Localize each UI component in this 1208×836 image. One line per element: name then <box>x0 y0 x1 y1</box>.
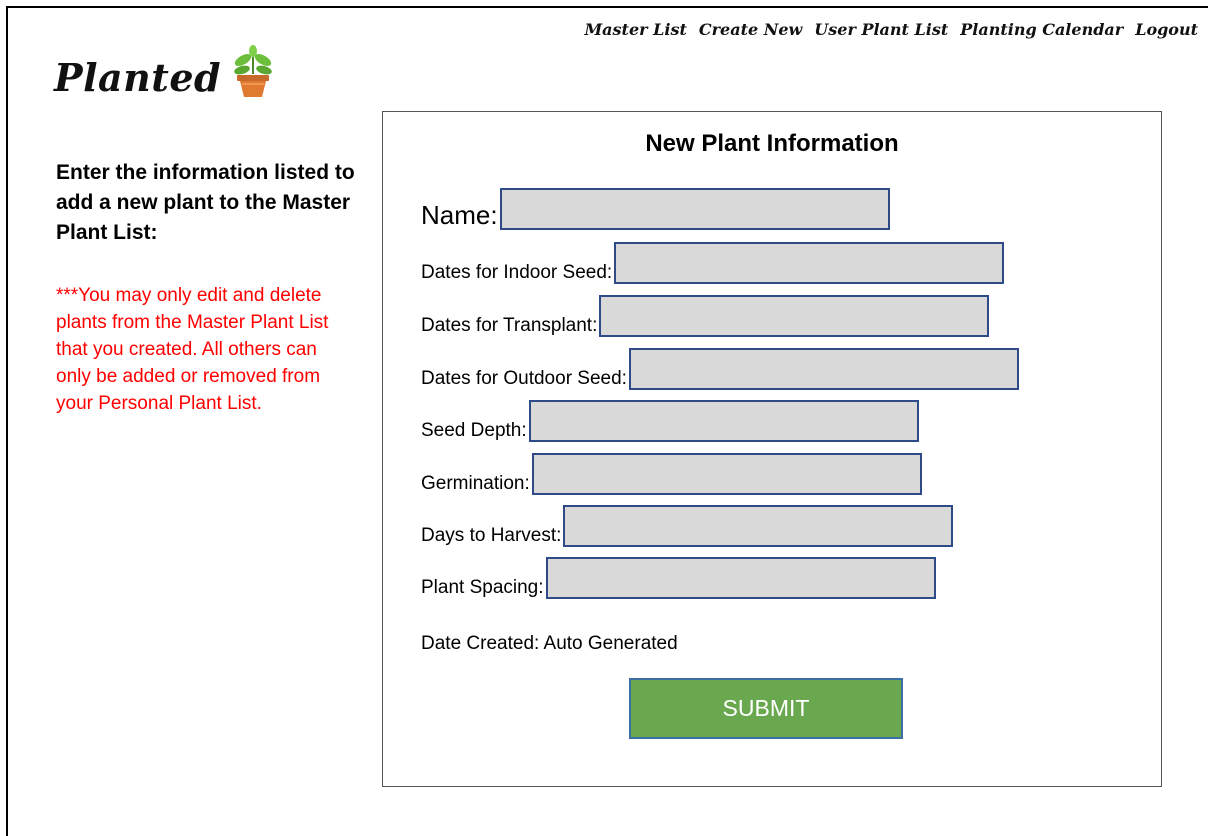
seed-depth-label: Seed Depth: <box>421 420 527 441</box>
nav-user-plant-list[interactable]: User Plant List <box>814 20 948 39</box>
date-created-text: Date Created: Auto Generated <box>421 633 678 654</box>
form-title: New Plant Information <box>645 130 899 157</box>
top-nav: Master List Create New User Plant List P… <box>584 20 1198 39</box>
potted-plant-icon <box>234 45 272 97</box>
instructions: Enter the information listed to add a ne… <box>56 158 356 417</box>
germination-row: Germination: <box>421 453 922 495</box>
submit-button[interactable]: SUBMIT <box>629 678 903 739</box>
germination-field[interactable] <box>531 453 922 495</box>
plant-spacing-row: Plant Spacing: <box>421 557 936 599</box>
outdoor-seed-row: Dates for Outdoor Seed: <box>421 348 1019 390</box>
logo-text: Planted <box>54 55 222 100</box>
transplant-row: Dates for Transplant: <box>421 295 990 337</box>
indoor-seed-label: Dates for Indoor Seed: <box>421 262 613 283</box>
instructions-heading: Enter the information listed to add a ne… <box>56 161 355 244</box>
plant-spacing-field[interactable] <box>545 557 936 599</box>
name-row: Name: <box>421 188 890 230</box>
transplant-label: Dates for Transplant: <box>421 315 598 336</box>
days-to-harvest-label: Days to Harvest: <box>421 525 562 546</box>
seed-depth-row: Seed Depth: <box>421 400 919 442</box>
new-plant-form: New Plant Information Name: Dates for In… <box>382 111 1162 787</box>
nav-master-list[interactable]: Master List <box>584 20 686 39</box>
nav-create-new[interactable]: Create New <box>699 20 802 39</box>
outdoor-seed-field[interactable] <box>628 348 1019 390</box>
nav-logout[interactable]: Logout <box>1135 20 1198 39</box>
name-label: Name: <box>421 200 498 230</box>
permission-note: ***You may only edit and delete plants f… <box>56 285 329 414</box>
plant-spacing-label: Plant Spacing: <box>421 577 544 598</box>
transplant-field[interactable] <box>599 295 990 337</box>
indoor-seed-row: Dates for Indoor Seed: <box>421 242 1005 284</box>
seed-depth-field[interactable] <box>528 400 919 442</box>
name-field[interactable] <box>499 188 890 230</box>
days-to-harvest-row: Days to Harvest: <box>421 505 954 547</box>
days-to-harvest-field[interactable] <box>563 505 954 547</box>
outdoor-seed-label: Dates for Outdoor Seed: <box>421 368 627 389</box>
indoor-seed-field[interactable] <box>614 242 1005 284</box>
logo[interactable]: Planted <box>54 44 277 100</box>
nav-planting-calendar[interactable]: Planting Calendar <box>960 20 1123 39</box>
germination-label: Germination: <box>421 473 530 494</box>
